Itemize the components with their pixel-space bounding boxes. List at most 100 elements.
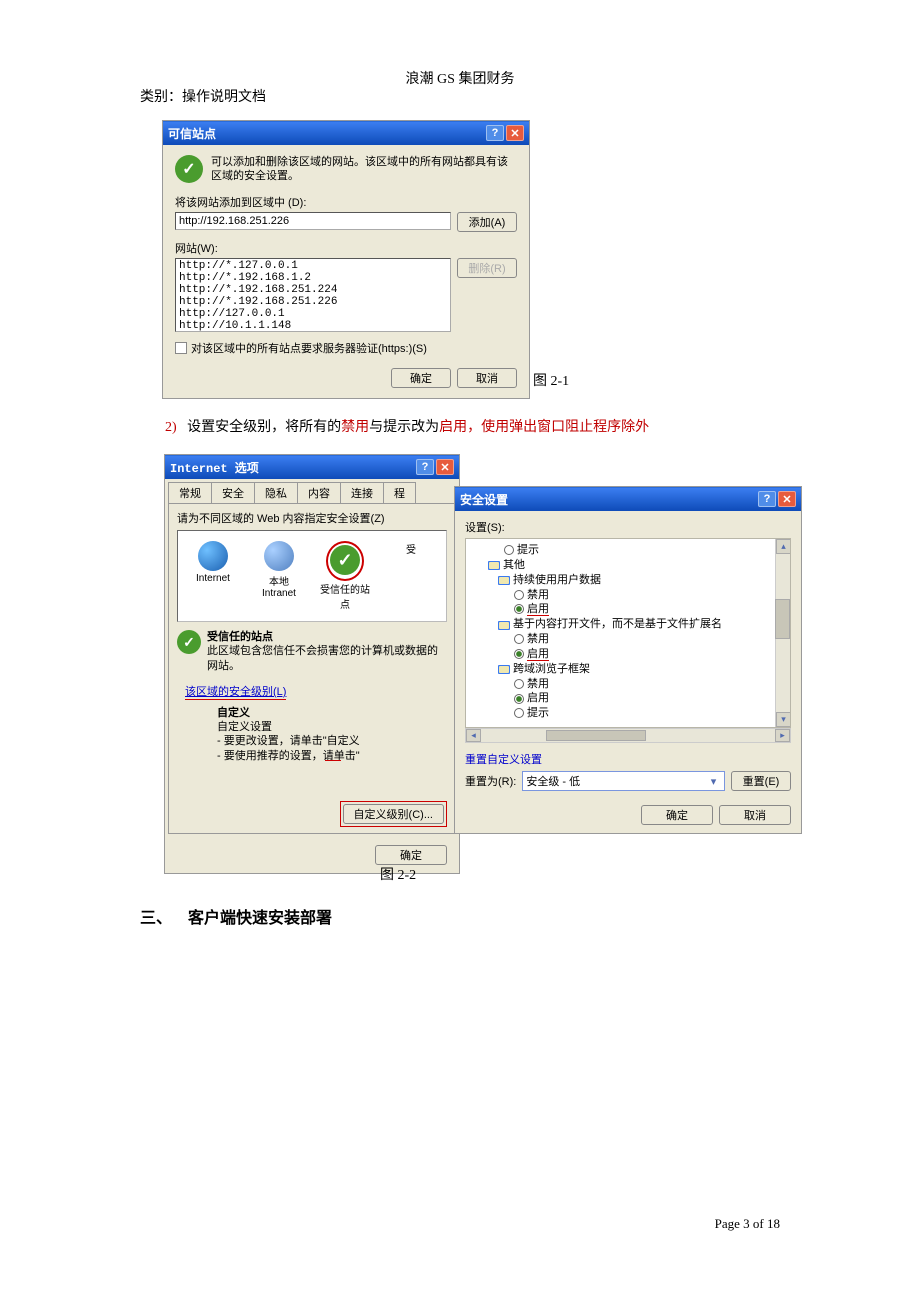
vscrollbar[interactable]: ▴ ▾ (775, 539, 790, 727)
internet-options-dialog: Internet 选项 ? ✕ 常规 安全 隐私 内容 连接 程 请为不同区域的… (164, 454, 460, 874)
dialog2-titlebar: Internet 选项 ? ✕ (165, 455, 459, 479)
https-checkbox[interactable] (175, 342, 187, 354)
zone-label: 受 (406, 541, 416, 556)
dialog1-titlebar: 可信站点 ? ✕ (163, 121, 529, 145)
check-icon: ✓ (177, 630, 201, 654)
radio-icon[interactable] (514, 708, 524, 718)
radio-on-icon[interactable] (514, 604, 524, 614)
tab-programs[interactable]: 程 (383, 482, 416, 503)
opt-prompt: 提示 (517, 544, 539, 556)
zone-internet[interactable]: Internet (185, 541, 241, 611)
trusted-sites-dialog: 可信站点 ? ✕ ✓ 可以添加和删除该区域的网站。该区域中的所有网站都具有该区域… (162, 120, 530, 399)
close-icon[interactable]: ✕ (506, 125, 524, 141)
settings-tree[interactable]: 提示 其他 持续使用用户数据 禁用 启用 基于内容打开文件，而不是基于文件扩展名… (465, 538, 791, 728)
ok-button[interactable]: 确定 (391, 368, 451, 388)
opt-prompt: 提示 (527, 707, 549, 719)
list-item[interactable]: http://*.192.168.251.226 (179, 296, 447, 308)
tabs: 常规 安全 隐私 内容 连接 程 (165, 479, 459, 503)
cat-opencontent: 基于内容打开文件，而不是基于文件扩展名 (513, 618, 722, 630)
cat-crossframe: 跨域浏览子框架 (513, 663, 590, 675)
radio-on-icon[interactable] (514, 649, 524, 659)
folder-icon (498, 663, 510, 674)
zone-label2: Intranet (262, 588, 296, 599)
figure-label-2: 图 2-2 (380, 864, 416, 884)
scroll-thumb[interactable] (775, 599, 790, 639)
opt-disable: 禁用 (527, 589, 549, 601)
ok-button[interactable]: 确定 (375, 845, 447, 865)
tab-general[interactable]: 常规 (168, 482, 212, 503)
trusted-title: 受信任的站点 (207, 630, 447, 644)
hscrollbar[interactable]: ◂ ▸ (465, 728, 791, 743)
ok-button[interactable]: 确定 (641, 805, 713, 825)
scroll-up-icon[interactable]: ▴ (776, 539, 791, 554)
panel-label: 请为不同区域的 Web 内容指定安全设置(Z) (177, 510, 447, 526)
security-settings-dialog: 安全设置 ? ✕ 设置(S): 提示 其他 持续使用用户数据 禁用 启用 基于内… (454, 486, 802, 834)
scroll-down-icon[interactable]: ▾ (776, 712, 791, 727)
help-icon[interactable]: ? (416, 459, 434, 475)
page-footer: Page 3 of 18 (715, 1216, 780, 1232)
chevron-down-icon[interactable]: ▾ (706, 775, 721, 788)
add-button[interactable]: 添加(A) (457, 212, 517, 232)
folder-icon (488, 559, 500, 570)
custom-sub: 自定义设置 (217, 720, 447, 734)
folder-icon (498, 574, 510, 585)
list-item[interactable]: http://10.1.1.148 (179, 320, 447, 332)
opt-enable: 启用 (527, 692, 549, 704)
radio-icon[interactable] (514, 679, 524, 689)
step-2-text: 2) 设置安全级别，将所有的禁用与提示改为启用，使用弹出窗口阻止程序除外 (165, 416, 649, 436)
dialog1-info: 可以添加和删除该区域的网站。该区域中的所有网站都具有该区域的安全设置。 (211, 155, 517, 184)
site-url-input[interactable] (175, 212, 451, 230)
trusted-desc: 此区域包含您信任不会损害您的计算机或数据的网站。 (207, 644, 447, 673)
tab-privacy[interactable]: 隐私 (254, 482, 298, 503)
reset-label: 重置为(R): (465, 773, 516, 789)
reset-section-title: 重置自定义设置 (465, 751, 791, 767)
custom-line1: - 要更改设置，请单击"自定义 (217, 734, 447, 748)
section-num: 三、 (140, 910, 172, 927)
globe-icon (198, 541, 228, 571)
list-item[interactable]: http://*.192.168.1.2 (179, 272, 447, 284)
zone-trusted[interactable]: ✓ 受信任的站 点 (317, 541, 373, 611)
cancel-button[interactable]: 取消 (457, 368, 517, 388)
intranet-icon (264, 541, 294, 571)
scroll-left-icon[interactable]: ◂ (466, 729, 481, 742)
sites-listbox[interactable]: http://*.127.0.0.1 http://*.192.168.1.2 … (175, 258, 451, 332)
security-level-link[interactable]: 该区域的安全级别(L) (185, 683, 286, 700)
hscroll-thumb[interactable] (546, 730, 646, 741)
zone-restricted[interactable]: 受 (383, 541, 439, 611)
page-header-title: 浪潮 GS 集团财务 (0, 0, 920, 88)
radio-icon[interactable] (514, 590, 524, 600)
zone-intranet[interactable]: 本地 Intranet (251, 541, 307, 611)
help-icon[interactable]: ? (758, 491, 776, 507)
step-pre: 设置安全级别，将所有的 (187, 420, 341, 435)
tab-connections[interactable]: 连接 (340, 482, 384, 503)
sites-list-label: 网站(W): (175, 240, 517, 256)
step-mid: 与提示改为 (369, 420, 439, 435)
dialog3-title: 安全设置 (460, 491, 758, 508)
reset-button[interactable]: 重置(E) (731, 771, 791, 791)
list-item[interactable]: http://127.0.0.1 (179, 308, 447, 320)
tab-security[interactable]: 安全 (211, 482, 255, 503)
annotation-line (325, 760, 341, 768)
step-enable: 启用，使用弹出窗口阻止程序除外 (439, 420, 649, 435)
settings-label: 设置(S): (465, 519, 791, 535)
reset-level-select[interactable]: 安全级 - 低 ▾ (522, 771, 725, 791)
close-icon[interactable]: ✕ (436, 459, 454, 475)
radio-on-icon[interactable] (514, 694, 524, 704)
help-icon[interactable]: ? (486, 125, 504, 141)
list-item[interactable]: http://*.192.168.251.224 (179, 284, 447, 296)
close-icon[interactable]: ✕ (778, 491, 796, 507)
step-disable: 禁用 (341, 420, 369, 435)
https-label: 对该区域中的所有站点要求服务器验证(https:)(S) (191, 340, 427, 356)
tab-content[interactable]: 内容 (297, 482, 341, 503)
list-item[interactable]: http://*.127.0.0.1 (179, 260, 447, 272)
cancel-button[interactable]: 取消 (719, 805, 791, 825)
opt-enable: 启用 (527, 648, 549, 661)
trusted-check-icon: ✓ (330, 545, 360, 575)
scroll-right-icon[interactable]: ▸ (775, 729, 790, 742)
custom-level-button[interactable]: 自定义级别(C)... (343, 804, 444, 824)
radio-icon[interactable] (514, 634, 524, 644)
security-panel: 请为不同区域的 Web 内容指定安全设置(Z) Internet 本地 Intr… (168, 503, 456, 834)
section-title: 客户端快速安装部署 (188, 910, 332, 927)
zone-label: 受信任的站 (320, 581, 370, 596)
radio-icon[interactable] (504, 545, 514, 555)
